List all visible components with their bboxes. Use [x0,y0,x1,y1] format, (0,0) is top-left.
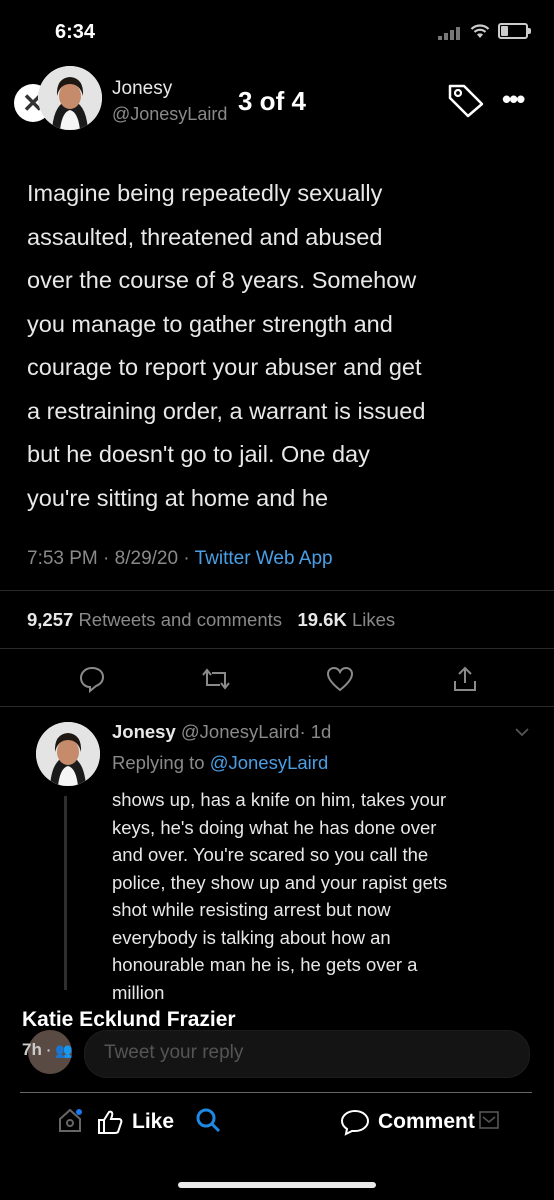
meta-separator: · [103,548,110,569]
thread-line [64,796,67,990]
reply-line: shot while resisting arrest but now [112,899,391,920]
tweet-line: a restraining order, a warrant is issued [27,397,426,424]
reply-line: million [112,981,165,1003]
divider [0,590,554,591]
retweet-icon[interactable] [200,665,232,693]
comment-label: Comment [378,1110,475,1133]
reply-placeholder: Tweet your reply [104,1042,244,1063]
tweet-source-app[interactable]: Twitter Web App [195,548,333,569]
reply-line: and over. You're scared so you call the [112,844,429,865]
share-icon[interactable] [452,665,478,693]
tweet-line: but he doesn't go to jail. One day [27,441,370,467]
retweets-count[interactable]: 9,257 [27,609,73,630]
reply-line: honourable man he is, he gets over a [112,954,418,975]
search-icon[interactable] [194,1106,222,1134]
meta-separator: · [183,548,190,569]
reply-avatar[interactable] [36,722,100,786]
wifi-icon [470,23,490,38]
reply-line: shows up, has a knife on him, takes your [112,789,447,810]
reply-author-name[interactable]: Jonesy [112,721,176,742]
divider [20,1092,532,1093]
tweet-avatar[interactable] [38,66,102,130]
tweet-time: 7:53 PM [27,548,98,569]
like-label: Like [132,1110,175,1133]
post-time-value: 7h [22,1040,42,1059]
home-indicator[interactable] [178,1182,376,1188]
status-time: 6:34 [55,21,96,43]
tweet-line: courage to report your abuser and get [27,354,422,380]
tweet-meta: 7:53 PM · 8/29/20 · Twitter Web App [27,548,333,570]
home-icon [59,1108,82,1132]
replying-to: Replying to @JonesyLaird [112,752,328,774]
photo-counter: 3 of 4 [238,86,306,116]
like-button[interactable]: Like [96,1108,174,1136]
tweet-stats: 9,257 Retweets and comments 19.6K Likes [27,609,395,631]
replying-label: Replying to [112,752,205,773]
tweet-line: Imagine being repeatedly sexually [27,180,383,206]
divider [0,706,554,707]
reply-author-handle[interactable]: @JonesyLaird [181,721,300,742]
replying-to-handle[interactable]: @JonesyLaird [210,752,329,773]
reply-line: everybody is talking about how an [112,926,391,948]
chevron-down-icon[interactable] [514,726,530,738]
reply-line: keys, he's doing what he has done over [112,816,437,838]
tweet-line: assaulted, threatened and abused [27,223,383,250]
post-time: 7h · 👥 [22,1040,73,1060]
reply-text: shows up, has a knife on him, takes your… [112,786,522,1006]
reply-icon[interactable] [78,665,106,693]
divider [0,648,554,649]
reply-header: Jonesy @JonesyLaird· 1d [112,721,331,743]
likes-count[interactable]: 19.6K [297,609,346,630]
comment-button[interactable]: Comment [340,1108,475,1136]
tweet-line: you manage to gather strength and [27,310,393,337]
reply-age: · 1d [299,721,332,742]
like-heart-icon[interactable] [326,665,354,693]
status-icons [438,22,531,40]
tweet-author-handle[interactable]: @JonesyLaird [112,104,227,125]
likes-label[interactable]: Likes [352,609,395,630]
tag-icon[interactable] [446,82,486,118]
tweet-author-name[interactable]: Jonesy [112,78,172,100]
retweets-label[interactable]: Retweets and comments [78,609,282,630]
friends-audience-icon: · 👥 [46,1042,73,1058]
more-options-icon[interactable]: ••• [502,84,525,115]
tweet-text: Imagine being repeatedly sexually assaul… [27,172,527,520]
battery-icon [498,23,531,39]
share-box-icon [479,1111,499,1129]
reply-line: police, they show up and your rapist get… [112,871,448,893]
poster-name[interactable]: Katie Ecklund Frazier [22,1008,236,1032]
signal-icon [438,22,462,40]
tweet-line: you're sitting at home and he [27,484,329,511]
tweet-line: over the course of 8 years. Somehow [27,267,417,293]
comment-bubble-icon [340,1109,370,1136]
thumbs-up-icon [98,1110,123,1134]
tweet-date: 8/29/20 [114,548,179,569]
